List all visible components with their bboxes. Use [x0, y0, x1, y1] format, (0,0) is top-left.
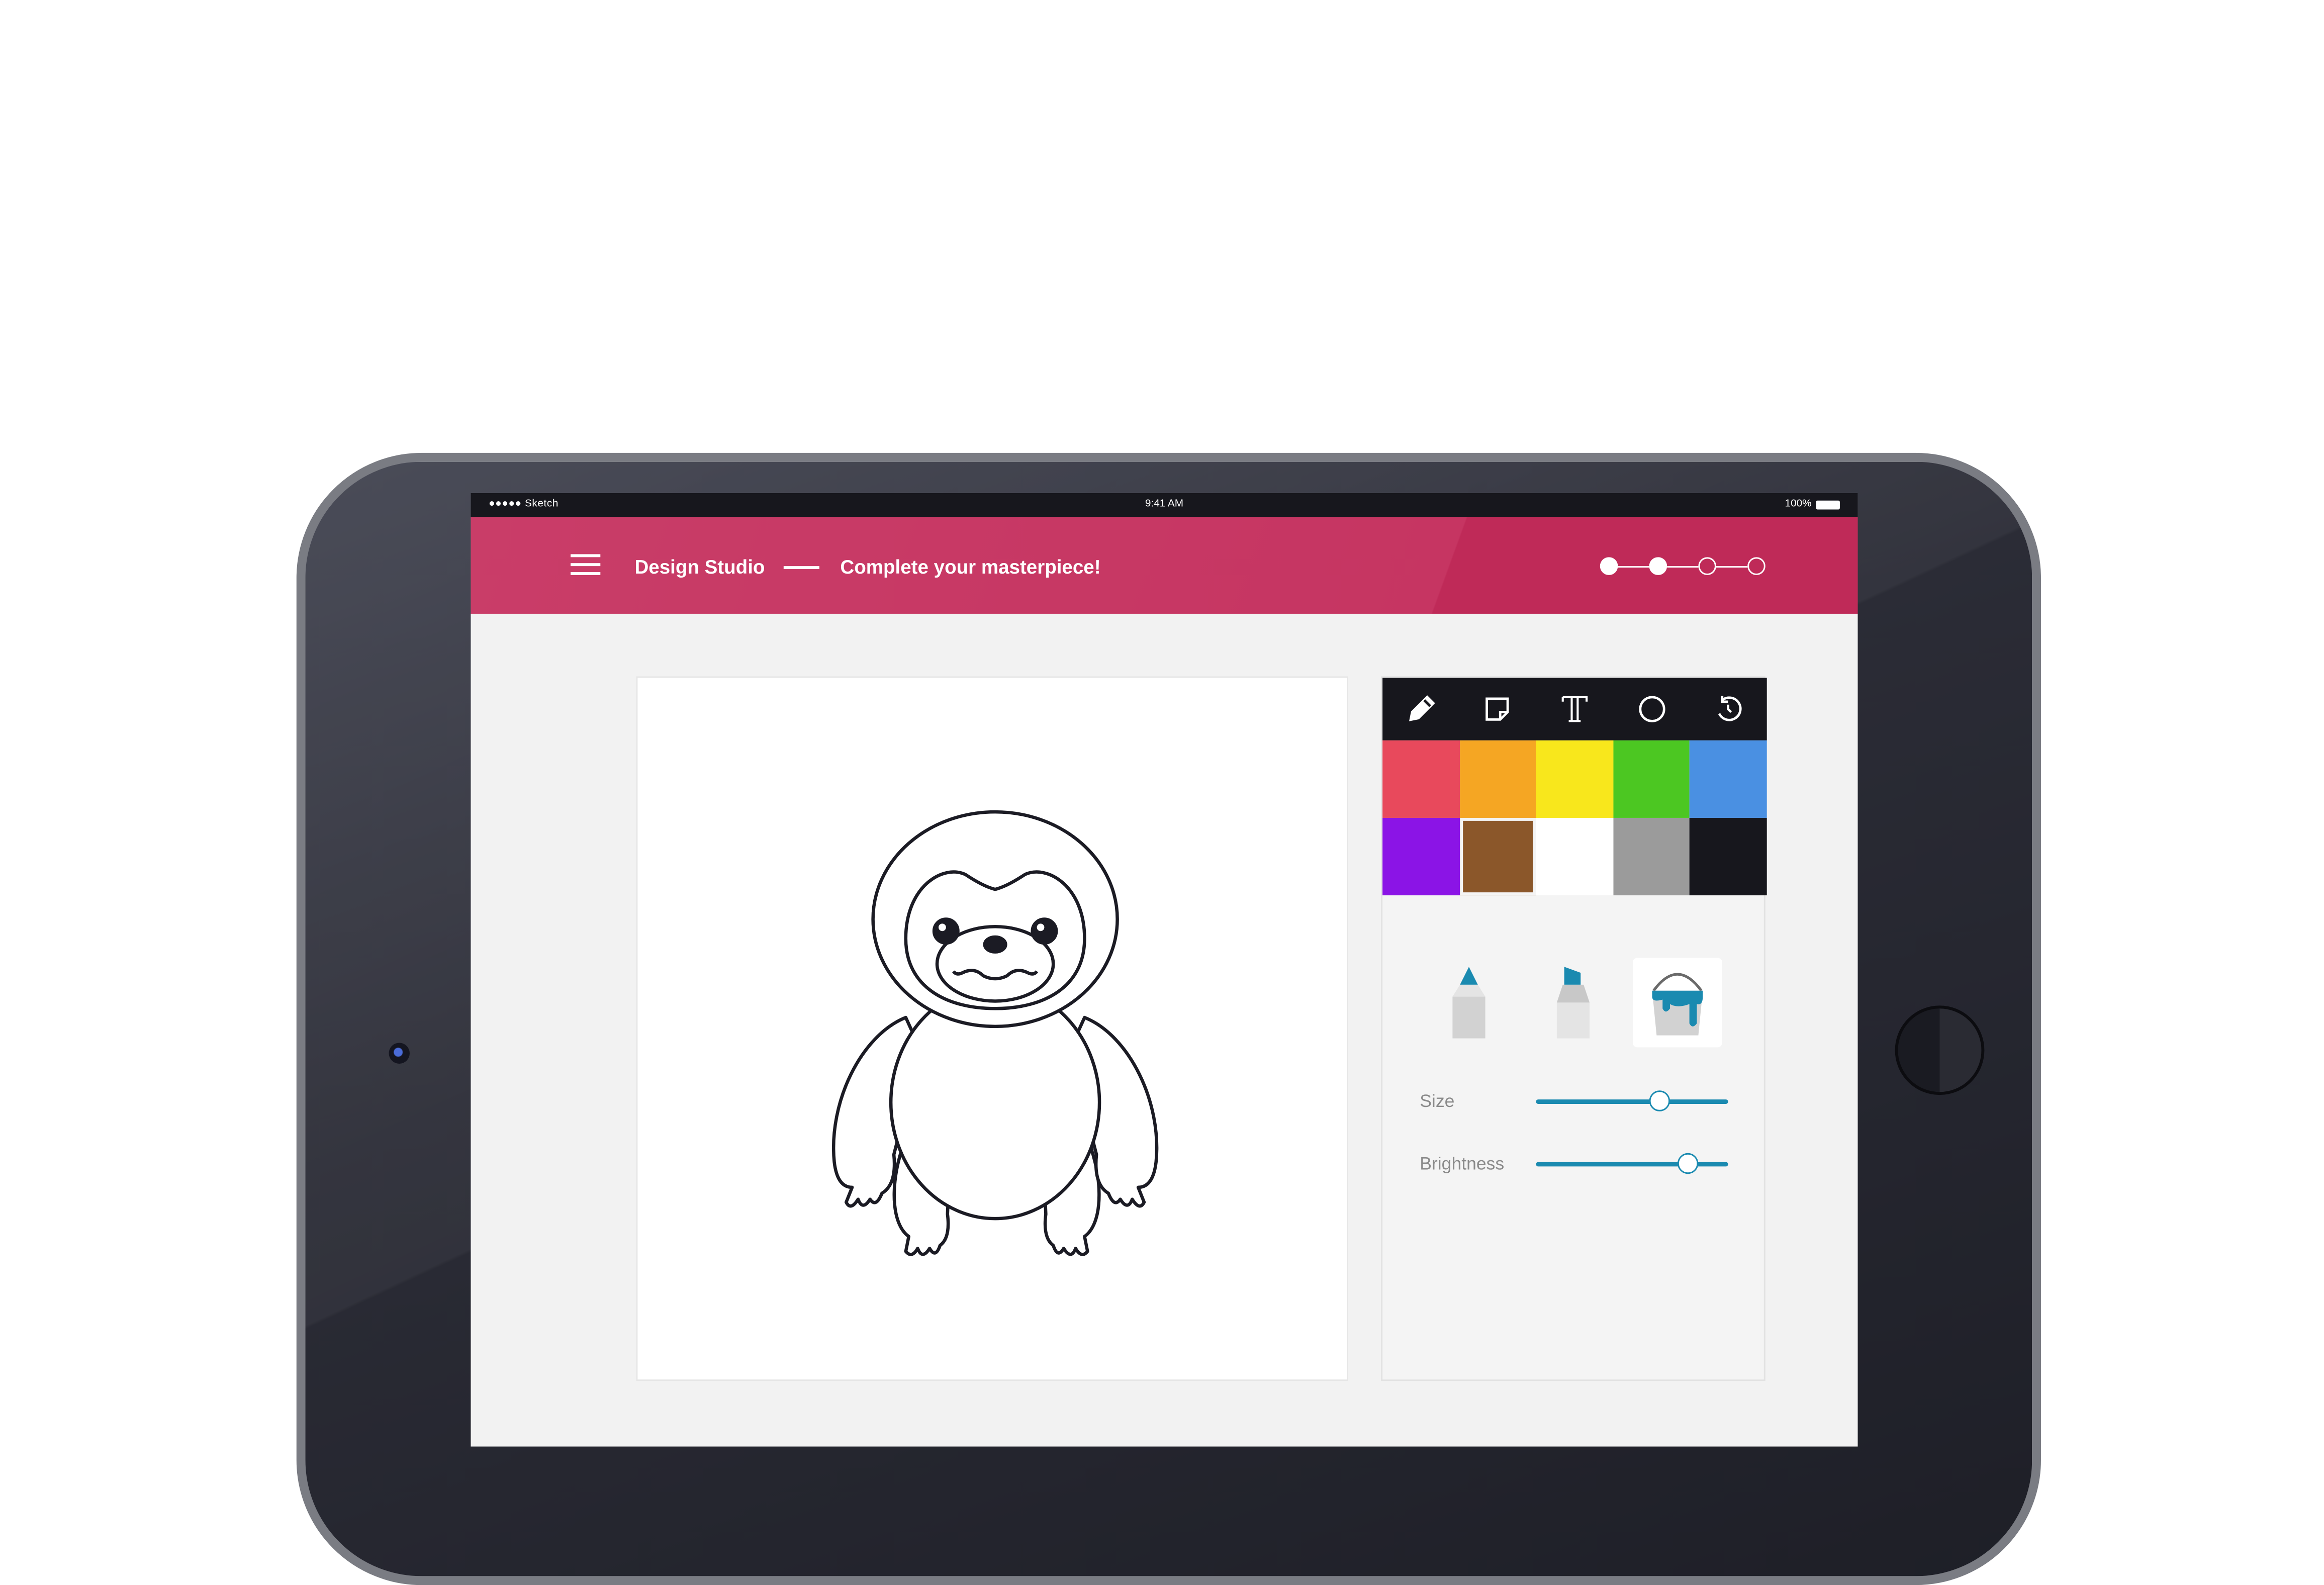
step-connector	[1618, 565, 1649, 567]
battery-percent: 100%	[1785, 499, 1812, 510]
color-swatch-10[interactable]	[1690, 817, 1767, 896]
battery-icon	[1816, 500, 1840, 509]
brush-selector	[1424, 958, 1722, 1051]
size-slider[interactable]	[1536, 1090, 1728, 1111]
tool-panel: Size Brightness	[1381, 676, 1767, 1381]
brightness-slider[interactable]	[1536, 1153, 1728, 1174]
brightness-label: Brightness	[1420, 1153, 1505, 1174]
main-content: Size Brightness	[471, 613, 1858, 1447]
screen: ●●●●● Sketch 9:41 AM 100% Design Studio …	[471, 493, 1858, 1447]
status-bar: ●●●●● Sketch 9:41 AM 100%	[471, 493, 1858, 517]
app-header: Design Studio Complete your masterpiece!	[471, 517, 1858, 614]
color-swatch-4[interactable]	[1613, 740, 1690, 818]
color-swatch-7[interactable]	[1459, 817, 1536, 896]
step-dot-2	[1649, 557, 1667, 575]
text-icon[interactable]	[1536, 678, 1613, 740]
size-slider-row: Size	[1420, 1086, 1732, 1115]
title-divider	[783, 566, 819, 569]
home-button[interactable]	[1895, 1005, 1985, 1095]
clock: 9:41 AM	[1145, 499, 1184, 510]
page-subtitle: Complete your masterpiece!	[840, 555, 1101, 578]
step-connector	[1716, 565, 1748, 567]
step-connector	[1667, 565, 1699, 567]
color-swatch-8[interactable]	[1536, 817, 1613, 896]
app-title: Design Studio	[634, 555, 765, 578]
battery-status: 100%	[1785, 499, 1840, 510]
color-palette	[1382, 740, 1767, 896]
marker-brush-icon[interactable]	[1529, 958, 1618, 1048]
camera-icon	[389, 1043, 410, 1064]
step-dot-4	[1747, 557, 1765, 575]
color-swatch-6[interactable]	[1382, 817, 1460, 896]
note-icon[interactable]	[1459, 678, 1536, 740]
paint-bucket-icon[interactable]	[1632, 958, 1722, 1048]
undo-icon[interactable]	[1690, 678, 1767, 740]
circle-icon[interactable]	[1613, 678, 1690, 740]
pencil-brush-icon[interactable]	[1424, 958, 1514, 1048]
step-dot-1	[1600, 557, 1618, 575]
pencil-icon[interactable]	[1382, 678, 1459, 740]
size-slider-thumb[interactable]	[1648, 1090, 1669, 1111]
color-swatch-1[interactable]	[1382, 740, 1460, 818]
hamburger-menu-icon[interactable]	[571, 552, 601, 576]
tool-bar	[1382, 678, 1767, 740]
color-swatch-3[interactable]	[1536, 740, 1613, 818]
size-label: Size	[1420, 1090, 1455, 1111]
brightness-slider-thumb[interactable]	[1677, 1153, 1699, 1174]
color-swatch-9[interactable]	[1613, 817, 1690, 896]
color-swatch-2[interactable]	[1459, 740, 1536, 818]
brightness-slider-row: Brightness	[1420, 1149, 1732, 1178]
progress-stepper	[1600, 557, 1767, 575]
step-dot-3	[1698, 557, 1716, 575]
sloth-drawing	[832, 810, 1159, 1256]
drawing-canvas[interactable]	[636, 676, 1348, 1381]
color-swatch-5[interactable]	[1690, 740, 1767, 818]
